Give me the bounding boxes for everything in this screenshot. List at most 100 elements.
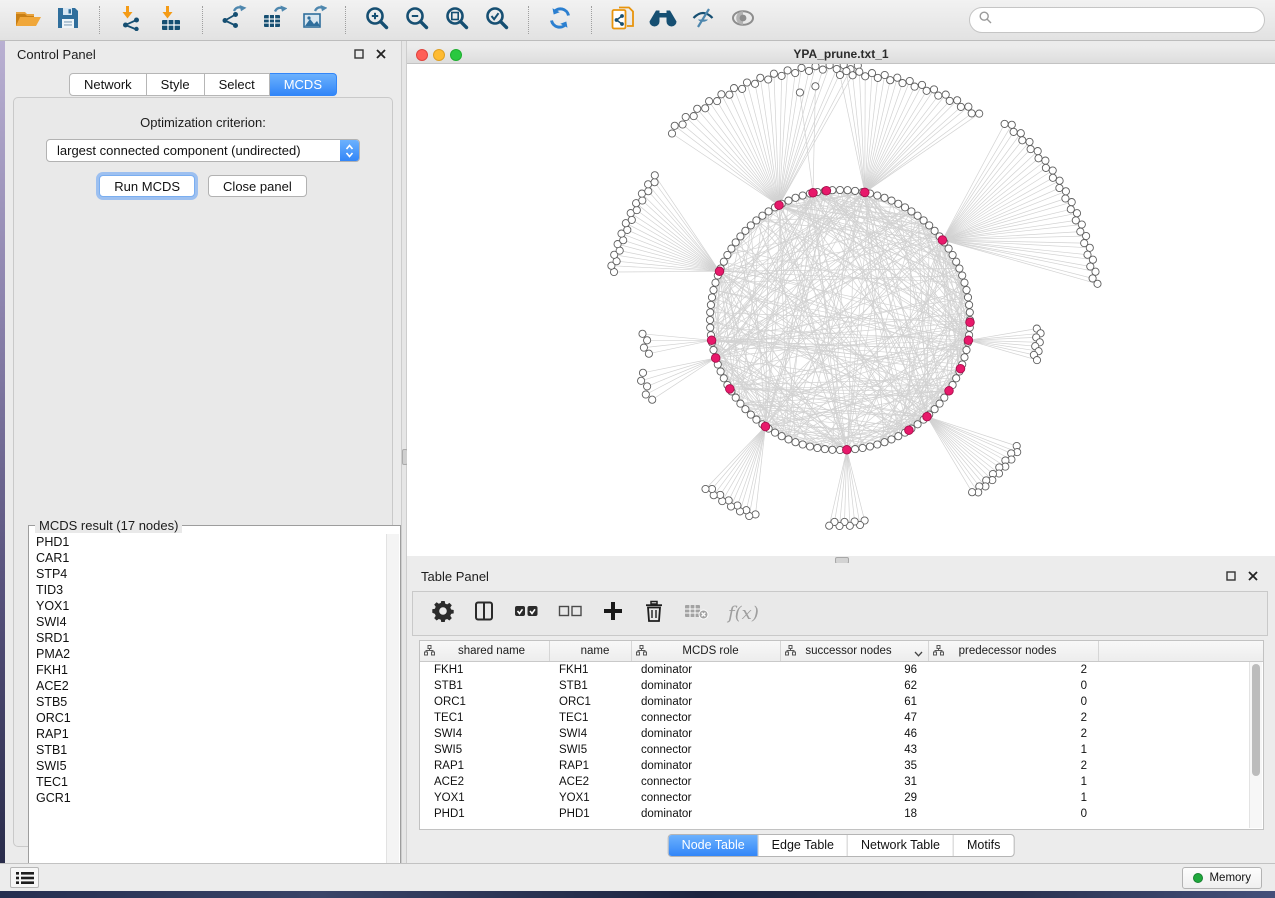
- table-cell[interactable]: 2: [929, 726, 1099, 742]
- network-node[interactable]: [812, 64, 819, 70]
- mcds-result-item[interactable]: RAP1: [30, 726, 387, 742]
- network-node[interactable]: [651, 179, 658, 186]
- network-node[interactable]: [1073, 210, 1080, 217]
- settings-button[interactable]: [432, 600, 454, 627]
- task-history-button[interactable]: [10, 867, 39, 888]
- network-node[interactable]: [784, 67, 791, 74]
- network-node[interactable]: [836, 71, 843, 78]
- network-node[interactable]: [720, 258, 727, 265]
- network-node[interactable]: [1026, 138, 1033, 145]
- table-cell[interactable]: YOX1: [420, 790, 550, 806]
- mcds-hub-node[interactable]: [761, 422, 770, 431]
- network-node[interactable]: [690, 113, 697, 120]
- tab-network-table[interactable]: Network Table: [847, 835, 953, 856]
- network-node[interactable]: [1042, 157, 1049, 164]
- network-node[interactable]: [942, 91, 949, 98]
- network-node[interactable]: [706, 98, 713, 105]
- table-cell[interactable]: 1: [929, 790, 1099, 806]
- network-node[interactable]: [747, 411, 754, 418]
- network-node[interactable]: [732, 239, 739, 246]
- table-cell[interactable]: dominator: [632, 806, 781, 822]
- network-node[interactable]: [739, 85, 746, 92]
- close-icon[interactable]: [1245, 568, 1261, 584]
- network-node[interactable]: [624, 226, 631, 233]
- table-cell[interactable]: RAP1: [420, 758, 550, 774]
- network-node[interactable]: [649, 396, 656, 403]
- table-scrollbar[interactable]: [1249, 662, 1262, 828]
- table-cell[interactable]: PHD1: [550, 806, 632, 822]
- zoom-fit-button[interactable]: [439, 4, 475, 36]
- network-node[interactable]: [702, 105, 709, 112]
- open-session-button[interactable]: [10, 4, 46, 36]
- network-node[interactable]: [941, 394, 948, 401]
- network-node[interactable]: [859, 444, 866, 451]
- network-node[interactable]: [726, 91, 733, 98]
- mcds-result-item[interactable]: GCR1: [30, 790, 387, 806]
- zoom-in-button[interactable]: [359, 4, 395, 36]
- network-node[interactable]: [812, 83, 819, 90]
- mcds-hub-node[interactable]: [822, 186, 831, 195]
- network-node[interactable]: [821, 446, 828, 453]
- network-node[interactable]: [798, 64, 805, 71]
- table-cell[interactable]: 0: [929, 678, 1099, 694]
- network-node[interactable]: [1008, 121, 1015, 128]
- table-cell[interactable]: STB1: [420, 678, 550, 694]
- mcds-result-item[interactable]: TID3: [30, 582, 387, 598]
- table-cell[interactable]: dominator: [632, 662, 781, 678]
- export-image-button[interactable]: [296, 4, 332, 36]
- export-table-button[interactable]: [256, 4, 292, 36]
- mcds-result-item[interactable]: ORC1: [30, 710, 387, 726]
- tab-node-table[interactable]: Node Table: [669, 835, 758, 856]
- tab-network[interactable]: Network: [69, 73, 147, 96]
- network-node[interactable]: [1086, 244, 1093, 251]
- network-node[interactable]: [778, 433, 785, 440]
- network-node[interactable]: [895, 200, 902, 207]
- hide-selected-button[interactable]: [685, 4, 721, 36]
- table-cell[interactable]: 18: [781, 806, 929, 822]
- mcds-result-item[interactable]: FKH1: [30, 662, 387, 678]
- mcds-hub-node[interactable]: [923, 412, 932, 421]
- network-node[interactable]: [1034, 148, 1041, 155]
- network-node[interactable]: [963, 346, 970, 353]
- network-node[interactable]: [881, 439, 888, 446]
- mcds-result-item[interactable]: STP4: [30, 566, 387, 582]
- mcds-list-scrollbar[interactable]: [386, 534, 399, 895]
- show-hidden-button[interactable]: [725, 4, 761, 36]
- network-node[interactable]: [710, 346, 717, 353]
- network-node[interactable]: [771, 429, 778, 436]
- network-node[interactable]: [796, 89, 803, 96]
- network-node[interactable]: [844, 187, 851, 194]
- table-cell[interactable]: dominator: [632, 694, 781, 710]
- table-cell[interactable]: connector: [632, 710, 781, 726]
- network-node[interactable]: [751, 80, 758, 87]
- network-node[interactable]: [1027, 146, 1034, 153]
- network-node[interactable]: [792, 69, 799, 76]
- network-node[interactable]: [707, 324, 714, 331]
- network-node[interactable]: [645, 188, 652, 195]
- table-scrollbar-thumb[interactable]: [1252, 664, 1260, 776]
- network-node[interactable]: [814, 444, 821, 451]
- table-cell[interactable]: connector: [632, 790, 781, 806]
- column-header-name[interactable]: name: [550, 641, 632, 661]
- show-columns-button[interactable]: [473, 600, 495, 627]
- optimization-criterion-select[interactable]: largest connected component (undirected): [46, 139, 360, 162]
- mcds-hub-node[interactable]: [711, 354, 720, 363]
- table-cell[interactable]: 61: [781, 694, 929, 710]
- network-node[interactable]: [644, 337, 651, 344]
- network-node[interactable]: [1068, 199, 1075, 206]
- table-cell[interactable]: 35: [781, 758, 929, 774]
- network-node[interactable]: [819, 66, 826, 73]
- network-node[interactable]: [969, 489, 976, 496]
- network-node[interactable]: [799, 441, 806, 448]
- mcds-hub-node[interactable]: [905, 426, 914, 435]
- network-node[interactable]: [911, 83, 918, 90]
- network-node[interactable]: [961, 279, 968, 286]
- export-network-button[interactable]: [216, 4, 252, 36]
- network-node[interactable]: [671, 122, 678, 129]
- deselect-all-button[interactable]: [558, 600, 583, 627]
- network-node[interactable]: [712, 279, 719, 286]
- network-node[interactable]: [639, 330, 646, 337]
- network-node[interactable]: [799, 192, 806, 199]
- network-node[interactable]: [881, 194, 888, 201]
- network-node[interactable]: [707, 309, 714, 316]
